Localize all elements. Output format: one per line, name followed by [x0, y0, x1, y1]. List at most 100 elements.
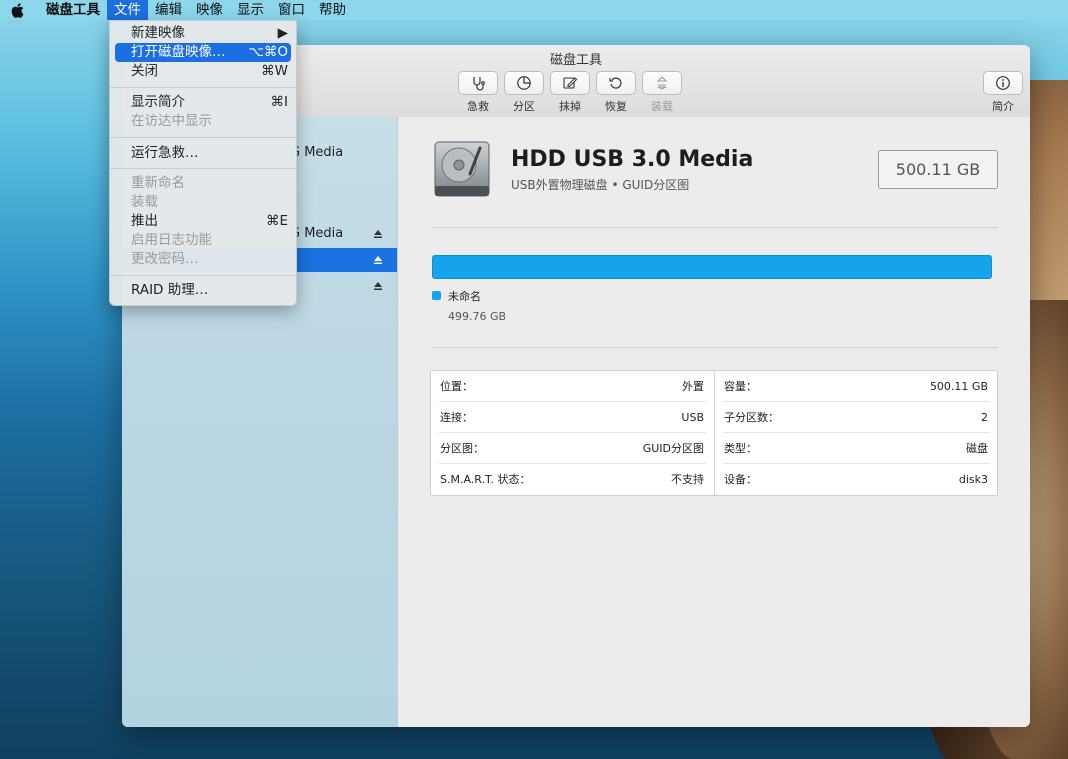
eject-icon[interactable] [373, 281, 383, 291]
divider [431, 347, 998, 348]
info-row-partition-map: 分区图： GUID分区图 [431, 433, 714, 464]
disk-subtitle: USB外置物理磁盘 • GUID分区图 [511, 178, 690, 192]
menu-item-open-disk-image[interactable]: 打开磁盘映像… ⌥⌘O [115, 43, 291, 62]
menu-item-label: RAID 助理… [131, 282, 209, 298]
info-key: 设备： [724, 473, 757, 486]
menubar-window[interactable]: 窗口 [271, 0, 312, 20]
menu-item-label: 重新命名 [131, 175, 185, 191]
info-icon [983, 71, 1023, 95]
disk-size-box: 500.11 GB [878, 150, 998, 189]
menu-item-raid-assistant[interactable]: RAID 助理… [110, 281, 296, 300]
menu-item-rename[interactable]: 重新命名 [110, 174, 296, 193]
info-row-child-count: 子分区数： 2 [715, 402, 998, 433]
menu-separator [110, 168, 296, 169]
menu-separator [110, 87, 296, 88]
file-menu-dropdown: 新建映像 ▶ 打开磁盘映像… ⌥⌘O 关闭 ⌘W 显示简介 ⌘I 在访达中显示 … [109, 20, 297, 306]
menu-item-label: 运行急救… [131, 145, 199, 161]
info-value: 500.11 GB [929, 380, 988, 393]
pie-chart-icon [504, 71, 544, 95]
info-row-device: 设备： disk3 [715, 464, 998, 495]
menu-item-label: 更改密码… [131, 251, 199, 267]
info-value: 磁盘 [966, 442, 988, 455]
info-row-type: 类型： 磁盘 [715, 433, 998, 464]
menu-item-change-password[interactable]: 更改密码… [110, 250, 296, 269]
menubar: 磁盘工具 文件 编辑 映像 显示 窗口 帮助 [0, 0, 1068, 20]
menu-item-label: 新建映像 [131, 25, 185, 41]
info-value: 外置 [682, 380, 704, 393]
menu-item-shortcut: ⌥⌘O [248, 44, 288, 60]
info-value: 不支持 [671, 473, 704, 486]
usage-bar [432, 255, 992, 279]
legend-volume-size: 499.76 GB [448, 310, 507, 323]
info-label: 简介 [992, 100, 1014, 113]
sidebar-item-label: G Media [290, 145, 344, 160]
menu-item-new-image[interactable]: 新建映像 ▶ [110, 24, 296, 43]
mount-button[interactable]: 装载 [639, 71, 685, 114]
restore-arrow-icon [596, 71, 636, 95]
disk-name: HDD USB 3.0 Media [511, 147, 754, 172]
apple-menu-icon[interactable] [10, 2, 24, 18]
eject-icon[interactable] [373, 229, 383, 239]
eject-icon[interactable] [373, 255, 383, 265]
menu-item-label: 推出 [131, 213, 158, 229]
menu-item-get-info[interactable]: 显示简介 ⌘I [110, 93, 296, 112]
partition-label: 分区 [513, 100, 535, 113]
info-key: S.M.A.R.T. 状态： [440, 473, 531, 486]
info-column-left: 位置： 外置 连接： USB 分区图： GUID分区图 S.M.A.R.T. 状… [431, 371, 714, 495]
menu-item-label: 打开磁盘映像… [131, 44, 226, 60]
menubar-help[interactable]: 帮助 [312, 0, 353, 20]
menu-item-label: 启用日志功能 [131, 232, 212, 248]
eraser-pencil-icon [550, 71, 590, 95]
info-key: 子分区数： [724, 411, 779, 424]
restore-button[interactable]: 恢复 [593, 71, 639, 114]
info-value: disk3 [958, 473, 988, 486]
info-value: GUID分区图 [642, 442, 704, 455]
info-key: 分区图： [440, 442, 484, 455]
hard-drive-icon [434, 141, 490, 197]
partition-button[interactable]: 分区 [501, 71, 547, 114]
info-value: USB [681, 411, 704, 424]
info-key: 位置： [440, 380, 473, 393]
sidebar-item-label: G Media [290, 226, 344, 241]
info-button[interactable]: 简介 [980, 71, 1026, 114]
disk-detail-panel: HDD USB 3.0 Media USB外置物理磁盘 • GUID分区图 50… [398, 117, 1030, 727]
mount-icon [642, 71, 682, 95]
menu-item-show-in-finder[interactable]: 在访达中显示 [110, 112, 296, 131]
menu-item-shortcut: ⌘I [270, 94, 288, 110]
info-value: 2 [981, 411, 988, 424]
menubar-app-name[interactable]: 磁盘工具 [36, 0, 107, 20]
disk-info-table: 位置： 外置 连接： USB 分区图： GUID分区图 S.M.A.R.T. 状… [430, 370, 998, 496]
submenu-arrow-icon: ▶ [277, 25, 288, 41]
stethoscope-icon [458, 71, 498, 95]
menu-item-run-first-aid[interactable]: 运行急救… [110, 144, 296, 163]
info-key: 类型： [724, 442, 757, 455]
info-column-right: 容量： 500.11 GB 子分区数： 2 类型： 磁盘 设备： disk3 [714, 371, 998, 495]
menu-item-label: 装载 [131, 194, 158, 210]
menu-item-enable-journaling[interactable]: 启用日志功能 [110, 231, 296, 250]
info-row-connection: 连接： USB [431, 402, 714, 433]
menu-item-label: 在访达中显示 [131, 113, 212, 129]
menu-item-eject[interactable]: 推出 ⌘E [110, 212, 296, 231]
menu-item-close[interactable]: 关闭 ⌘W [110, 62, 296, 81]
info-row-smart-status: S.M.A.R.T. 状态： 不支持 [431, 464, 714, 495]
info-row-location: 位置： 外置 [431, 371, 714, 402]
menubar-edit[interactable]: 编辑 [148, 0, 189, 20]
first-aid-label: 急救 [467, 100, 489, 113]
menubar-image[interactable]: 映像 [189, 0, 230, 20]
menu-item-shortcut: ⌘E [265, 213, 288, 229]
divider [431, 227, 998, 228]
erase-button[interactable]: 抹掉 [547, 71, 593, 114]
menubar-view[interactable]: 显示 [230, 0, 271, 20]
menu-item-label: 关闭 [131, 63, 158, 79]
legend-volume-name: 未命名 [448, 290, 481, 303]
menu-item-mount[interactable]: 装载 [110, 193, 296, 212]
menu-separator [110, 137, 296, 138]
erase-label: 抹掉 [559, 100, 581, 113]
first-aid-button[interactable]: 急救 [455, 71, 501, 114]
info-key: 连接： [440, 411, 473, 424]
mount-label: 装载 [651, 100, 673, 113]
menu-separator [110, 275, 296, 276]
restore-label: 恢复 [605, 100, 627, 113]
menubar-file[interactable]: 文件 [107, 0, 148, 20]
legend-color-swatch [432, 291, 441, 300]
